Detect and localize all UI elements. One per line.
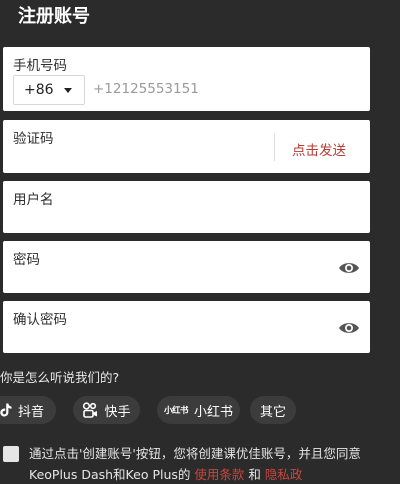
eye-icon[interactable] — [338, 261, 360, 275]
phone-label: 手机号码 — [13, 58, 67, 74]
douyin-icon — [0, 403, 12, 417]
agree-checkbox[interactable] — [3, 446, 19, 462]
code-field-card[interactable]: 验证码 点击发送 — [3, 120, 370, 173]
chip-label: 抖音 — [17, 404, 44, 420]
phone-field-card: 手机号码 +86 — [3, 47, 370, 111]
agreement-text: 通过点击'创建账号'按钮，您将创建课优佳账号，并且您同意KeoPlus Dash… — [29, 443, 399, 484]
agreement-connector: 和 — [244, 467, 265, 482]
chip-label: 快手 — [104, 404, 131, 420]
username-field[interactable]: 用户名 — [3, 181, 370, 233]
password-field[interactable]: 密码 — [3, 241, 370, 293]
confirm-password-field[interactable]: 确认密码 — [3, 301, 370, 353]
source-option-douyin[interactable]: 抖音 — [0, 396, 56, 424]
send-code-button[interactable]: 点击发送 — [292, 139, 346, 159]
eye-icon[interactable] — [338, 321, 360, 335]
chevron-down-icon — [64, 88, 72, 93]
chip-label: 其它 — [259, 404, 286, 420]
source-option-other[interactable]: 其它 — [250, 396, 296, 424]
source-option-kuaishou[interactable]: 快手 — [73, 396, 140, 424]
country-code-select[interactable]: +86 — [13, 75, 85, 105]
privacy-link[interactable]: 隐私政 — [265, 467, 303, 482]
xiaohongshu-icon: 小红书 — [163, 406, 189, 416]
phone-input[interactable] — [93, 78, 293, 100]
username-label: 用户名 — [13, 192, 54, 208]
password-label: 密码 — [13, 252, 40, 268]
kuaishou-icon — [82, 402, 98, 418]
terms-link[interactable]: 使用条款 — [194, 467, 244, 482]
page-title: 注册账号 — [18, 6, 90, 27]
country-code-value: +86 — [24, 82, 54, 98]
divider — [274, 133, 275, 161]
source-option-xiaohongshu[interactable]: 小红书 小红书 — [157, 396, 240, 424]
source-question: 你是怎么听说我们的? — [0, 370, 120, 385]
chip-label: 小红书 — [194, 404, 234, 420]
confirm-password-label: 确认密码 — [13, 312, 67, 328]
code-label: 验证码 — [13, 131, 54, 147]
